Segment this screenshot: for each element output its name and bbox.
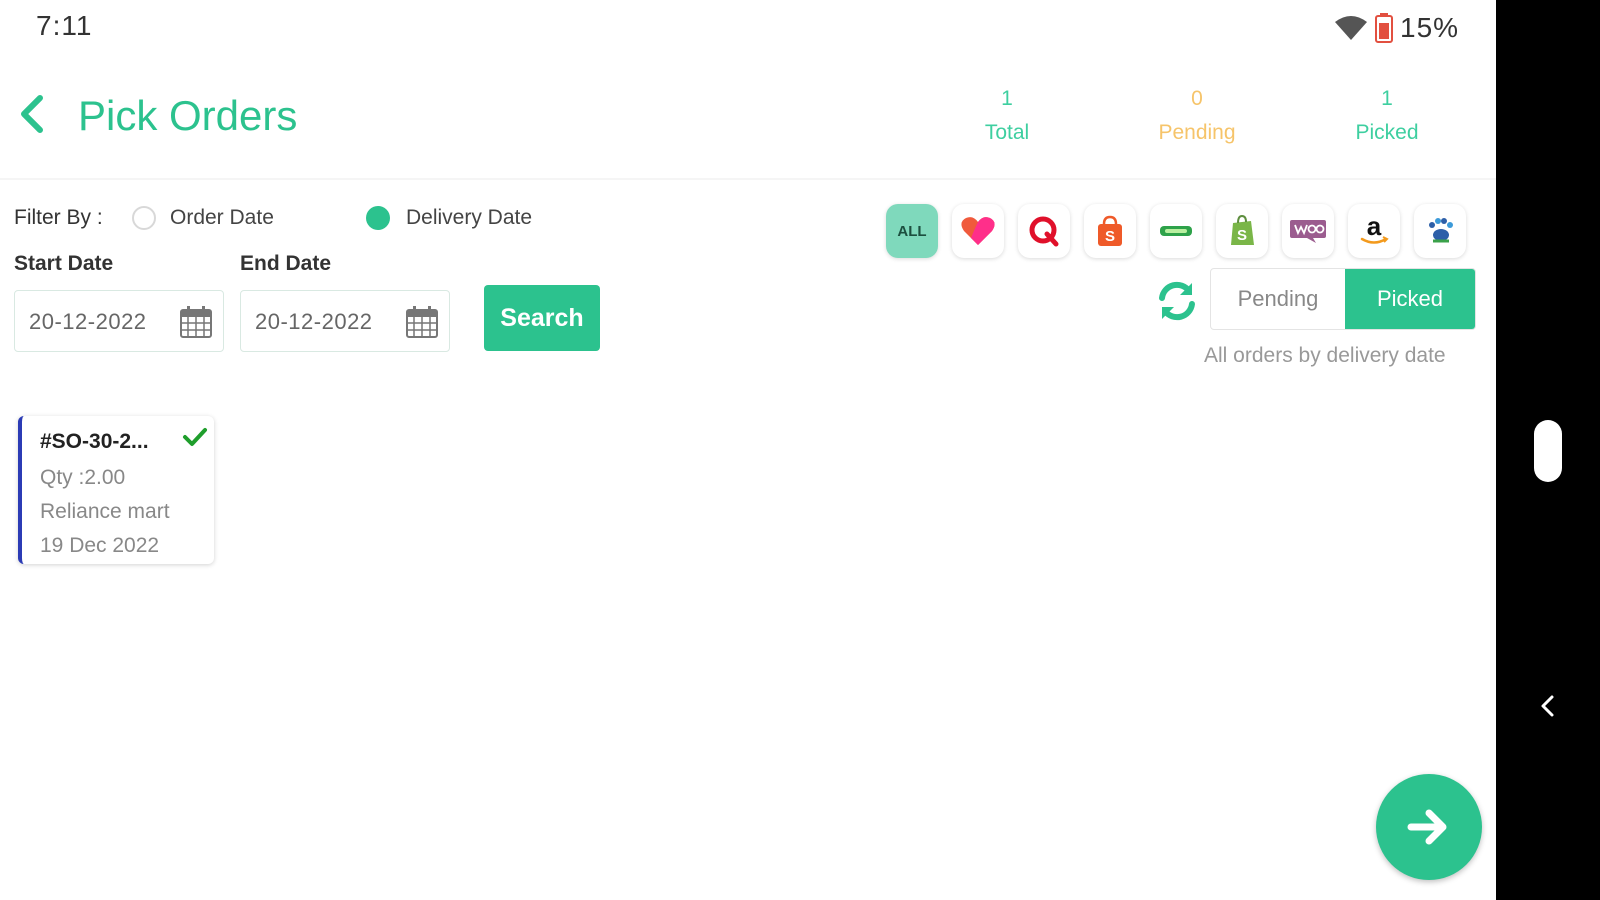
stat-total[interactable]: 1 Total: [942, 82, 1072, 150]
calendar-icon[interactable]: [179, 305, 213, 339]
green-badge-logo-icon: [1160, 226, 1192, 236]
status-toggle: Pending Picked: [1210, 268, 1476, 330]
stat-total-value: 1: [1001, 87, 1013, 110]
order-qty: Qty :2.00: [40, 466, 126, 489]
channel-chip-q[interactable]: [1018, 204, 1070, 258]
stat-picked-value: 1: [1381, 87, 1393, 110]
arrow-right-icon: [1407, 809, 1447, 845]
chevron-left-icon[interactable]: [14, 92, 54, 136]
paw-logo-icon: [1429, 218, 1453, 243]
status-icons: 15%: [1334, 10, 1459, 46]
start-date-value: 20-12-2022: [29, 309, 147, 334]
channel-chip-green[interactable]: [1150, 204, 1202, 258]
search-button[interactable]: Search: [484, 285, 600, 351]
order-store: Reliance mart: [40, 500, 170, 523]
page-title: Pick Orders: [78, 92, 298, 139]
battery-percent: 15%: [1400, 12, 1460, 43]
channel-chip-bag[interactable]: S: [1084, 204, 1136, 258]
svg-text:a: a: [1367, 214, 1382, 241]
battery-low-icon: [1375, 13, 1393, 43]
start-date-field[interactable]: 20-12-2022: [14, 290, 224, 352]
radio-order-date[interactable]: [132, 206, 156, 230]
refresh-icon[interactable]: [1156, 278, 1198, 324]
svg-text:S: S: [1237, 227, 1247, 244]
svg-text:S: S: [1105, 228, 1115, 245]
stat-picked[interactable]: 1 Picked: [1322, 82, 1452, 150]
radio-order-date-label[interactable]: Order Date: [170, 206, 274, 230]
order-id: #SO-30-2...: [40, 430, 149, 453]
shopify-logo-icon: S: [1231, 215, 1254, 245]
stat-pending-value: 0: [1191, 87, 1203, 110]
toggle-pending[interactable]: Pending: [1211, 269, 1345, 329]
end-date-label: End Date: [240, 252, 332, 275]
check-icon: [183, 428, 207, 446]
end-date-field[interactable]: 20-12-2022: [240, 290, 450, 352]
shopping-bag-logo-icon: S: [1098, 215, 1122, 246]
calendar-icon[interactable]: [405, 305, 439, 339]
stat-picked-label: Picked: [1355, 121, 1419, 144]
home-pill[interactable]: [1534, 420, 1562, 482]
nav-back-icon[interactable]: [1534, 690, 1562, 722]
toggle-picked[interactable]: Picked: [1345, 269, 1475, 329]
woo-logo-icon: [1290, 220, 1326, 243]
channel-chip-woo[interactable]: [1282, 204, 1334, 258]
channel-chip-amazon[interactable]: a: [1348, 204, 1400, 258]
stat-total-label: Total: [984, 121, 1030, 144]
header-divider: [0, 178, 1496, 180]
channel-chip-shopify[interactable]: S: [1216, 204, 1268, 258]
channel-all-chip[interactable]: ALL: [886, 204, 938, 258]
radio-delivery-date[interactable]: [366, 206, 390, 230]
channel-chip-paw[interactable]: [1414, 204, 1466, 258]
order-date: 19 Dec 2022: [40, 534, 160, 557]
heart-logo-icon: [961, 217, 995, 245]
status-time: 7:11: [36, 10, 93, 41]
end-date-value: 20-12-2022: [255, 309, 373, 334]
wifi-icon: [1335, 16, 1367, 40]
channel-chip-heart[interactable]: [952, 204, 1004, 258]
filter-label: Filter By :: [14, 206, 103, 229]
channel-all-label: ALL: [897, 222, 927, 240]
app-screen: 7:11 15% Pick Orders 1 Total 0 Pending 1…: [0, 0, 1496, 900]
stat-pending-label: Pending: [1158, 121, 1236, 144]
radio-delivery-date-label[interactable]: Delivery Date: [406, 206, 532, 230]
stat-pending[interactable]: 0 Pending: [1132, 82, 1262, 150]
start-date-label: Start Date: [14, 252, 114, 275]
amazon-logo-icon: a: [1360, 214, 1389, 244]
order-card[interactable]: #SO-30-2... Qty :2.00 Reliance mart 19 D…: [18, 416, 214, 564]
q-logo-icon: [1029, 216, 1059, 247]
next-fab-button[interactable]: [1376, 774, 1482, 880]
toggle-caption: All orders by delivery date: [1204, 344, 1446, 367]
